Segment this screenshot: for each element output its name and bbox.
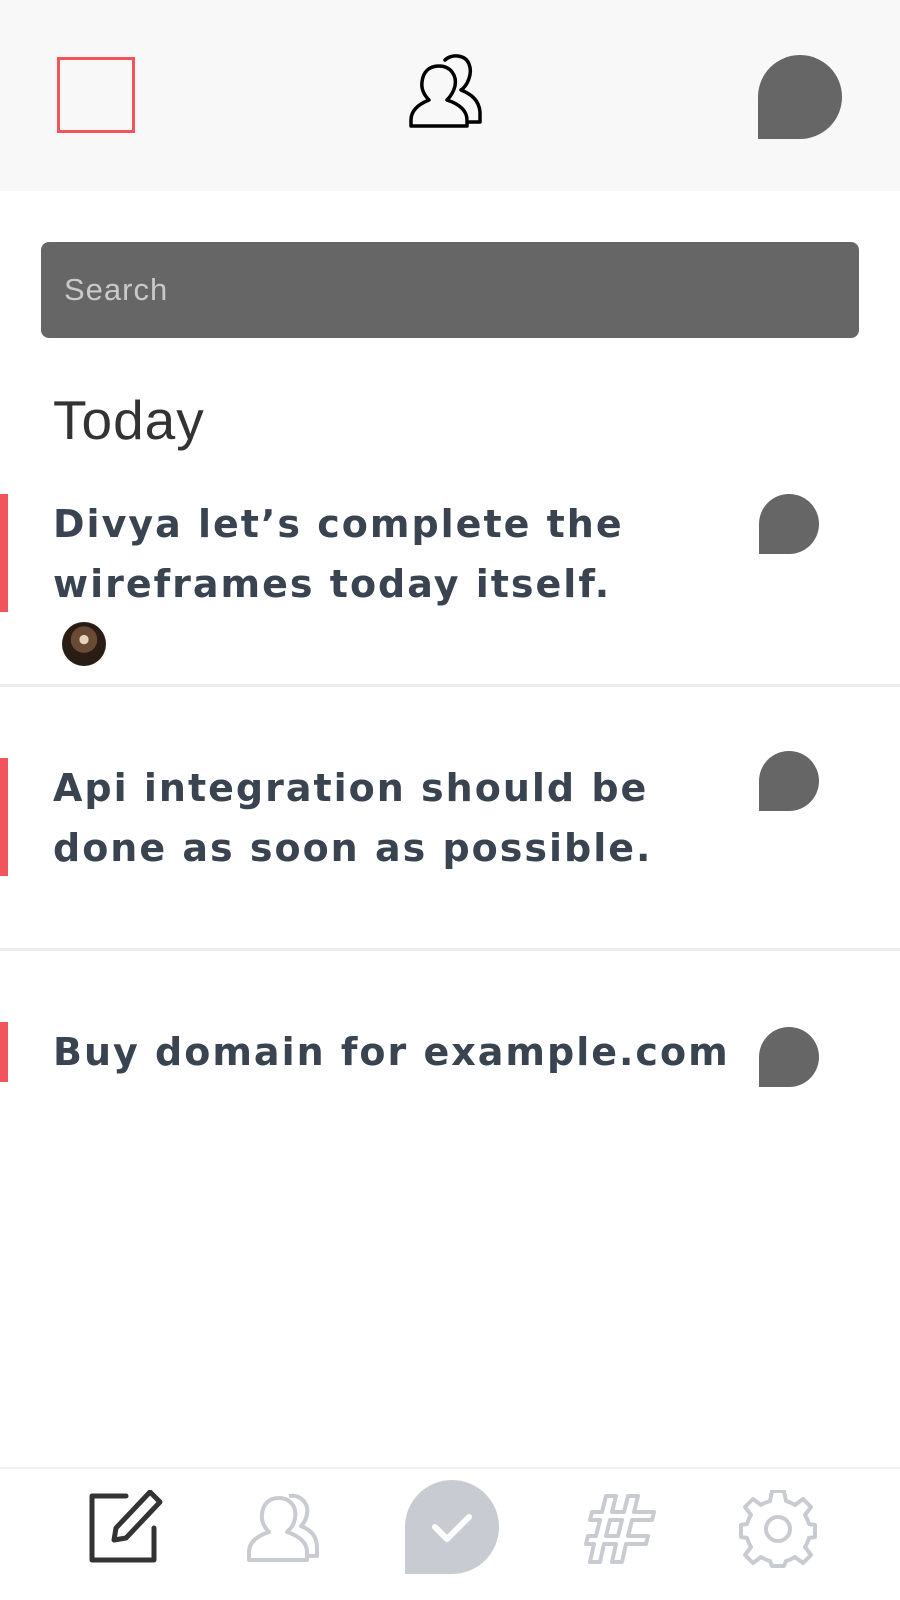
chat-bubble-icon[interactable]	[758, 55, 842, 139]
task-accent-bar	[0, 758, 8, 876]
people-tab-icon[interactable]	[245, 1490, 321, 1564]
task-row[interactable]: Divya let’s complete the wireframes toda…	[0, 494, 900, 684]
chat-bubble-icon[interactable]	[759, 1027, 819, 1087]
check-icon[interactable]	[405, 1480, 499, 1574]
task-row[interactable]: Buy domain for example.com	[0, 1022, 900, 1112]
people-icon[interactable]	[409, 52, 491, 130]
tab-bar-divider	[0, 1467, 900, 1469]
square-outline-button[interactable]	[57, 57, 135, 133]
task-text: Divya let’s complete the wireframes toda…	[53, 502, 624, 606]
chat-bubble-icon[interactable]	[759, 751, 819, 811]
compose-icon[interactable]	[88, 1490, 164, 1564]
divider	[0, 948, 900, 951]
task-row[interactable]: Api integration should be done as soon a…	[0, 751, 900, 948]
task-text: Buy domain for example.com	[53, 1030, 730, 1074]
section-title-today: Today	[53, 389, 205, 451]
top-bar	[0, 0, 900, 191]
avatar	[62, 622, 106, 666]
gear-icon[interactable]	[739, 1490, 817, 1568]
chat-bubble-icon[interactable]	[759, 494, 819, 554]
task-text: Api integration should be done as soon a…	[53, 766, 653, 870]
task-accent-bar	[0, 1022, 8, 1082]
divider	[0, 684, 900, 687]
search-input[interactable]	[41, 242, 859, 338]
hashtag-icon[interactable]	[584, 1494, 660, 1564]
task-accent-bar	[0, 494, 8, 612]
